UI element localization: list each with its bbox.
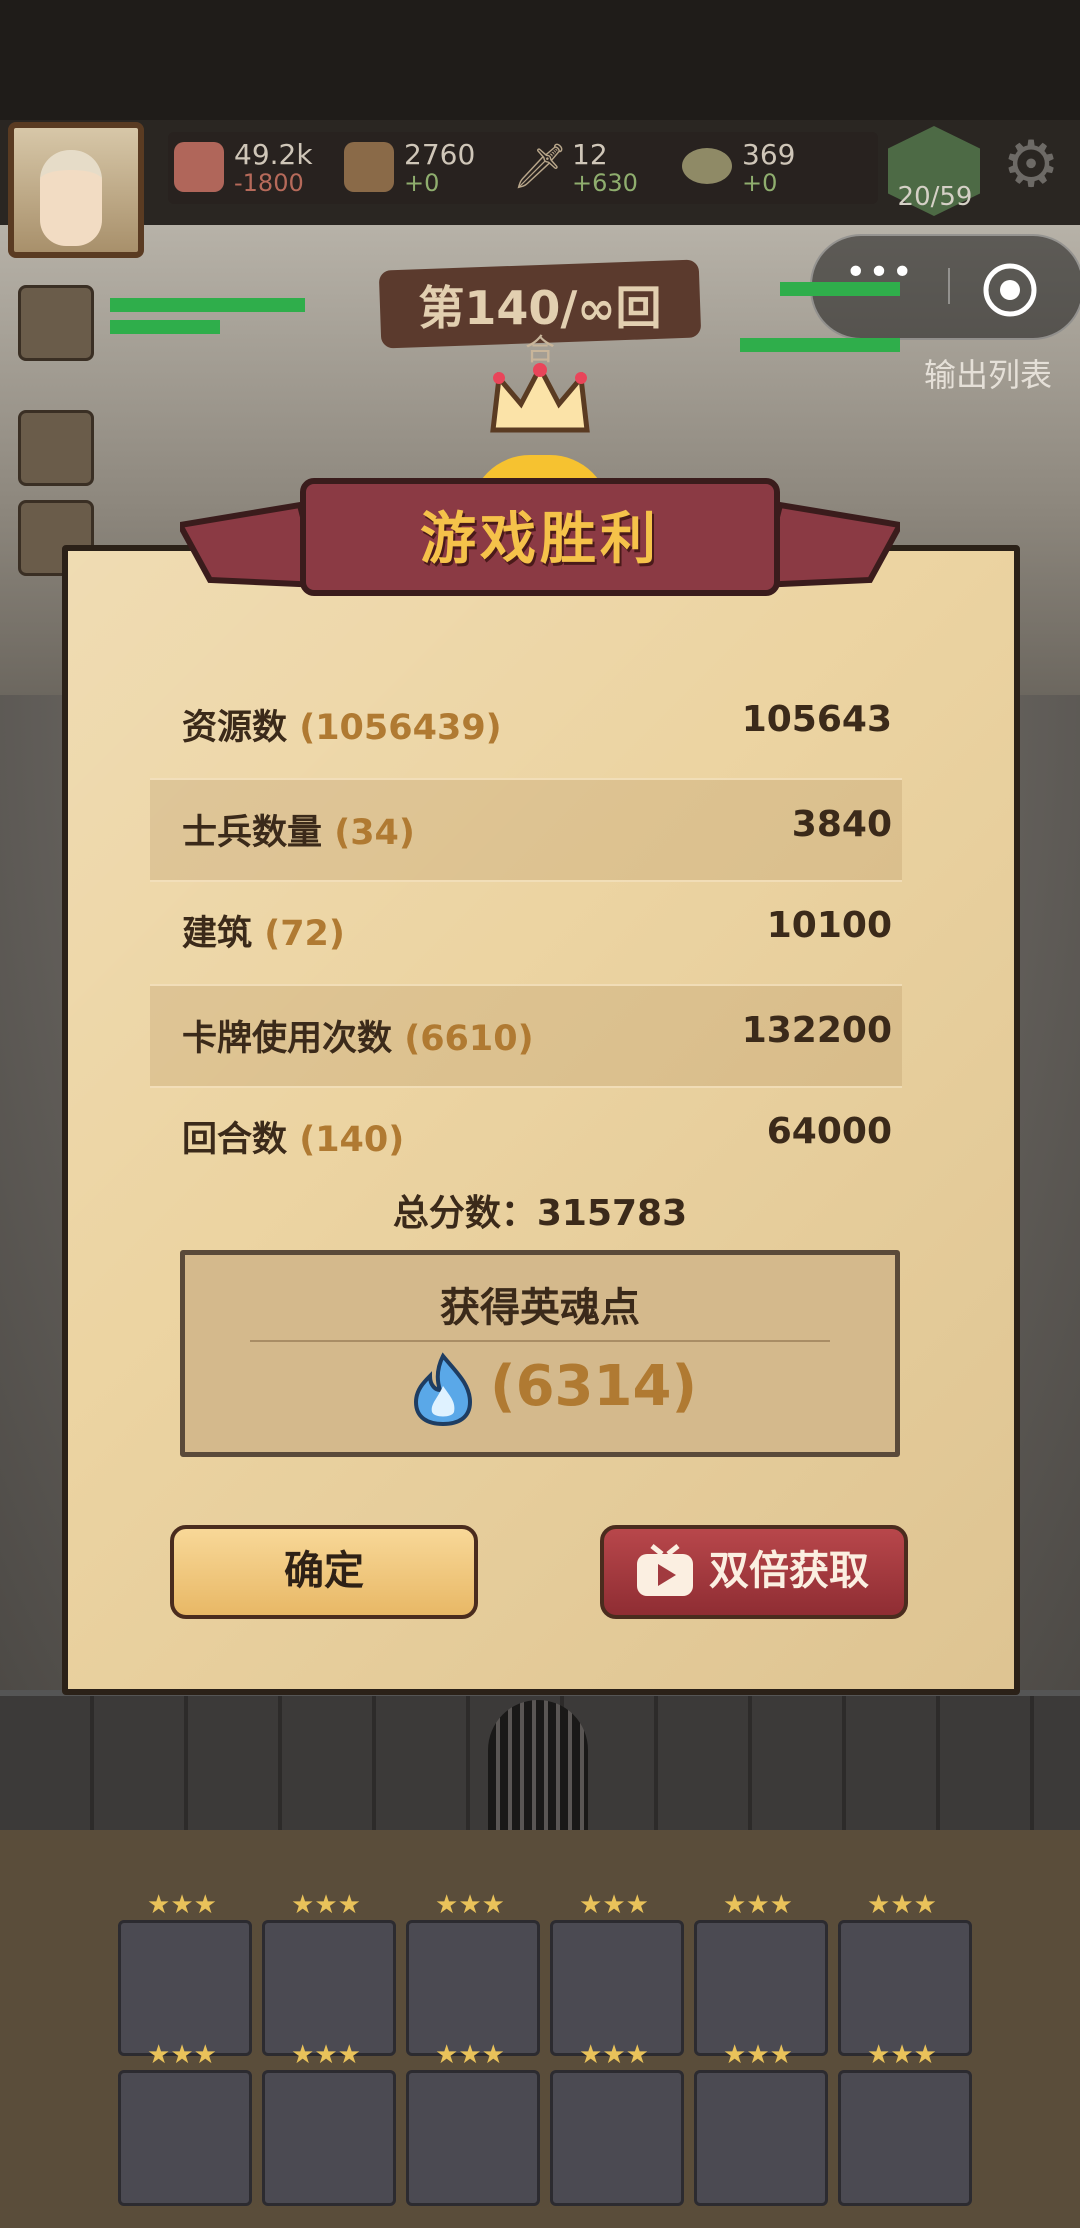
building-card[interactable]: ★★★ [406,2040,540,2206]
blue-flame-icon [413,1352,473,1427]
dialog-title: 游戏胜利 [420,507,660,572]
coin-icon [682,148,732,184]
row-label-text: 士兵数量 (34) [182,804,415,855]
row-label-text: 建筑 (72) [182,905,345,956]
castle-gate [488,1700,588,1830]
double-reward-label: 双倍获取 [709,1548,869,1594]
row-label-text: 卡牌使用次数 (6610) [182,1010,534,1061]
ally-hp-bar [110,298,305,312]
row-count: (1056439) [299,708,502,748]
hero-soul-title: 获得英魂点 [440,1285,640,1331]
enemy-hp-bar [780,282,900,296]
star-icon: ★★★ [147,2040,217,2070]
building-card[interactable]: ★★★ [262,1890,396,2056]
hero-soul-points: (6314) [490,1354,698,1419]
sword-delta: +630 [572,169,638,197]
total-score: 总分数：315783 [392,1193,688,1234]
confirm-button[interactable]: 确定 [170,1525,478,1619]
row-label-text: 资源数 (1056439) [182,699,502,750]
enemy-hp-bar [740,338,900,352]
meat-icon [174,142,224,192]
crown-icon [490,362,590,433]
star-icon: ★★★ [579,2040,649,2070]
star-icon: ★★★ [579,1890,649,1920]
score-row: 回合数 (140) 64000 [150,1087,902,1187]
building-card[interactable]: ★★★ [406,1890,540,2056]
star-icon: ★★★ [867,1890,937,1920]
row-label: 建筑 [182,914,253,954]
building-card[interactable]: ★★★ [262,2040,396,2206]
hero-portrait-icon [40,150,102,246]
heart-icon[interactable] [18,410,94,486]
top-background [0,0,1080,120]
ally-hp-bar [110,320,220,334]
wood-value: 2760 [404,138,476,171]
star-icon: ★★★ [435,1890,505,1920]
building-card[interactable]: ★★★ [118,1890,252,2056]
row-label: 士兵数量 [182,813,323,853]
meat-delta: -1800 [234,169,304,197]
score-row: 卡牌使用次数 (6610) 132200 [150,984,902,1088]
star-icon: ★★★ [291,1890,361,1920]
row-label: 卡牌使用次数 [182,1019,393,1059]
building-card[interactable]: ★★★ [550,1890,684,2056]
coin-value: 369 [742,138,796,171]
capsule-divider [948,268,950,304]
wood-icon [344,142,394,192]
row-value: 10100 [766,905,892,946]
sword-shield-icon[interactable] [18,285,94,361]
score-row: 建筑 (72) 10100 [150,881,902,981]
star-icon: ★★★ [147,1890,217,1920]
row-count: (140) [299,1120,405,1160]
row-count: (72) [264,914,345,954]
row-value: 64000 [766,1111,892,1152]
building-card[interactable]: ★★★ [694,2040,828,2206]
row-value: 105643 [741,699,892,740]
star-icon: ★★★ [435,2040,505,2070]
star-icon: ★★★ [723,2040,793,2070]
row-count: (34) [334,813,415,853]
meat-value: 49.2k [234,138,313,171]
output-list-button[interactable]: 输出列表 [924,350,1052,396]
sword-icon: 🗡 [512,141,568,192]
building-card[interactable]: ★★★ [838,1890,972,2056]
row-label: 资源数 [182,708,288,748]
video-ad-icon [637,1544,693,1596]
score-row: 资源数 (1056439) 105643 [150,675,902,775]
population-count: 20/59 [897,182,973,212]
close-miniprogram-icon[interactable] [982,262,1038,318]
star-icon: ★★★ [723,1890,793,1920]
building-card[interactable]: ★★★ [118,2040,252,2206]
building-card[interactable]: ★★★ [838,2040,972,2206]
row-count: (6610) [404,1019,534,1059]
building-card[interactable]: ★★★ [694,1890,828,2056]
row-value: 132200 [741,1010,892,1051]
row-value: 3840 [791,804,892,845]
coin-delta: +0 [742,169,778,197]
star-icon: ★★★ [867,2040,937,2070]
row-label: 回合数 [182,1120,288,1160]
row-label-text: 回合数 (140) [182,1111,404,1162]
star-icon: ★★★ [291,2040,361,2070]
divider [250,1340,830,1342]
sword-value: 12 [572,138,608,171]
score-row: 士兵数量 (34) 3840 [150,778,902,882]
building-card[interactable]: ★★★ [550,2040,684,2206]
wood-delta: +0 [404,169,440,197]
gear-icon[interactable]: ⚙ [996,130,1066,200]
